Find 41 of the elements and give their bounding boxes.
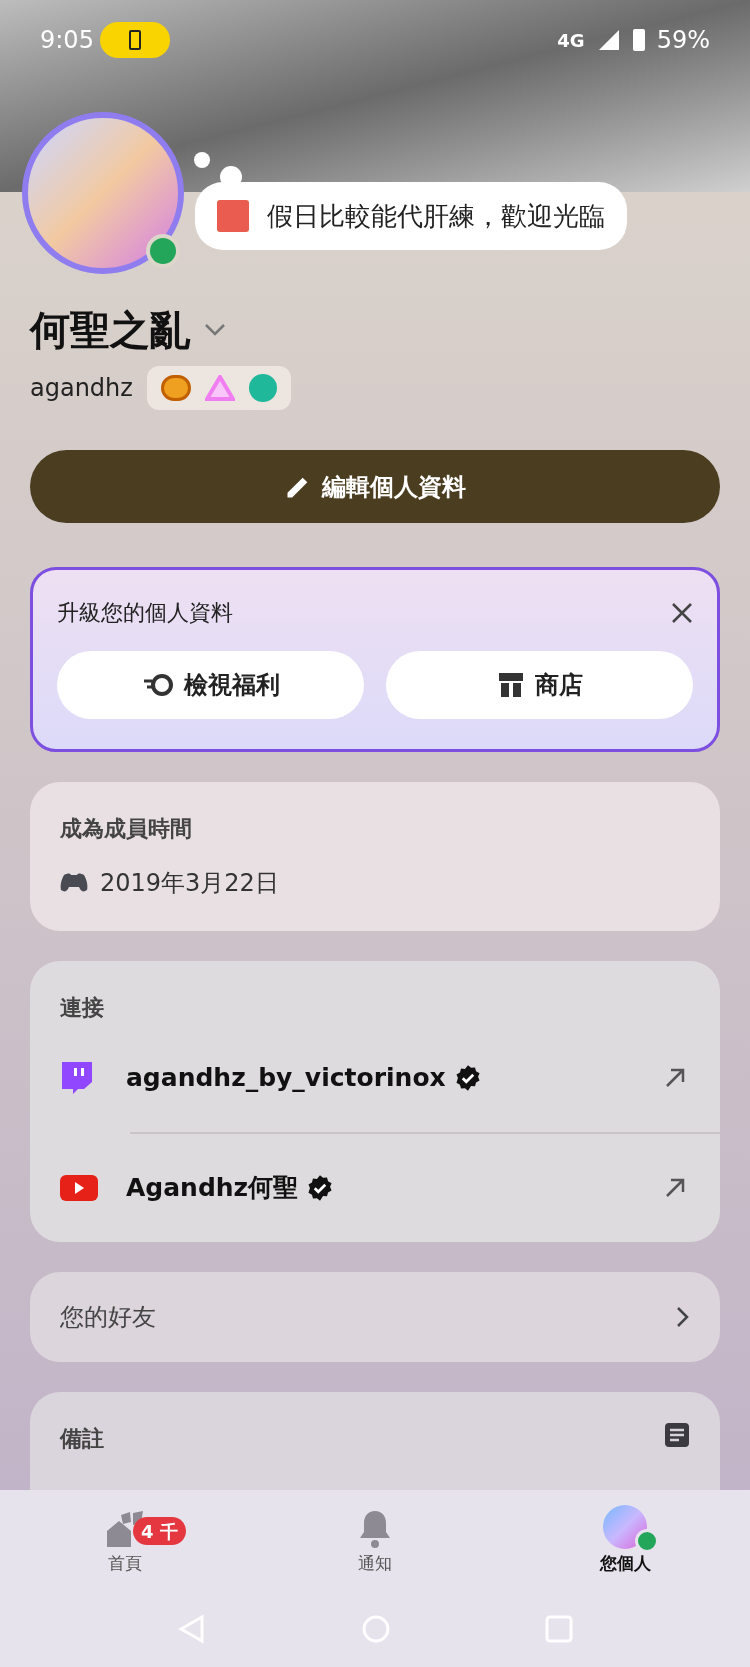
- external-link-icon[interactable]: [664, 1177, 686, 1199]
- emoji-icon: [217, 200, 249, 232]
- connection-row[interactable]: agandhz_by_victorinox: [30, 1024, 720, 1132]
- member-since-date: 2019年3月22日: [100, 868, 279, 899]
- display-name: 何聖之亂: [30, 306, 190, 355]
- edit-profile-button[interactable]: 編輯個人資料: [30, 450, 720, 523]
- verified-icon: [453, 1064, 482, 1092]
- connection-name: agandhz_by_victorinox: [126, 1062, 446, 1095]
- member-since-title: 成為成員時間: [60, 815, 193, 843]
- friends-row[interactable]: 您的好友: [30, 1272, 720, 1362]
- speed-disc-icon: [141, 673, 174, 697]
- chevron-down-icon[interactable]: [204, 323, 226, 337]
- shop-button[interactable]: 商店: [386, 651, 693, 719]
- connections-title: 連接: [59, 994, 105, 1022]
- close-icon[interactable]: [671, 601, 693, 624]
- charging-indicator: [99, 22, 170, 58]
- username: agandhz: [30, 373, 133, 404]
- nav-tab[interactable]: 您個人: [500, 1490, 750, 1590]
- notes-title: 備註: [60, 1425, 104, 1453]
- connection-name: Agandhz何聖: [126, 1172, 299, 1205]
- notes-icon[interactable]: [664, 1422, 690, 1448]
- nav-tab[interactable]: 通知: [250, 1490, 500, 1590]
- avatar-image: [603, 1505, 647, 1550]
- upgrade-title: 升級您的個人資料: [57, 599, 233, 627]
- nav-tab[interactable]: 4 千 首頁: [0, 1490, 250, 1590]
- perks-button[interactable]: 檢視福利: [57, 651, 364, 719]
- notification-badge: 4 千: [133, 1517, 186, 1546]
- triangle-badge-icon: [204, 375, 235, 401]
- twitch-icon: [60, 1060, 94, 1096]
- external-link-icon[interactable]: [664, 1067, 686, 1089]
- network-type: 4G: [557, 28, 585, 53]
- store-icon: [496, 671, 525, 699]
- clock-time: 9:05: [40, 25, 94, 56]
- video-play-icon: [60, 1175, 98, 1201]
- chevron-right-icon: [676, 1306, 690, 1328]
- friends-label: 您的好友: [60, 1302, 156, 1333]
- game-controller-icon: [60, 872, 88, 894]
- battery-percent: 59%: [656, 25, 710, 56]
- connection-row[interactable]: Agandhz何聖: [30, 1134, 720, 1242]
- bell-icon: [358, 1509, 392, 1550]
- custom-status-text: 假日比較能代肝練，歡迎光臨: [267, 199, 605, 233]
